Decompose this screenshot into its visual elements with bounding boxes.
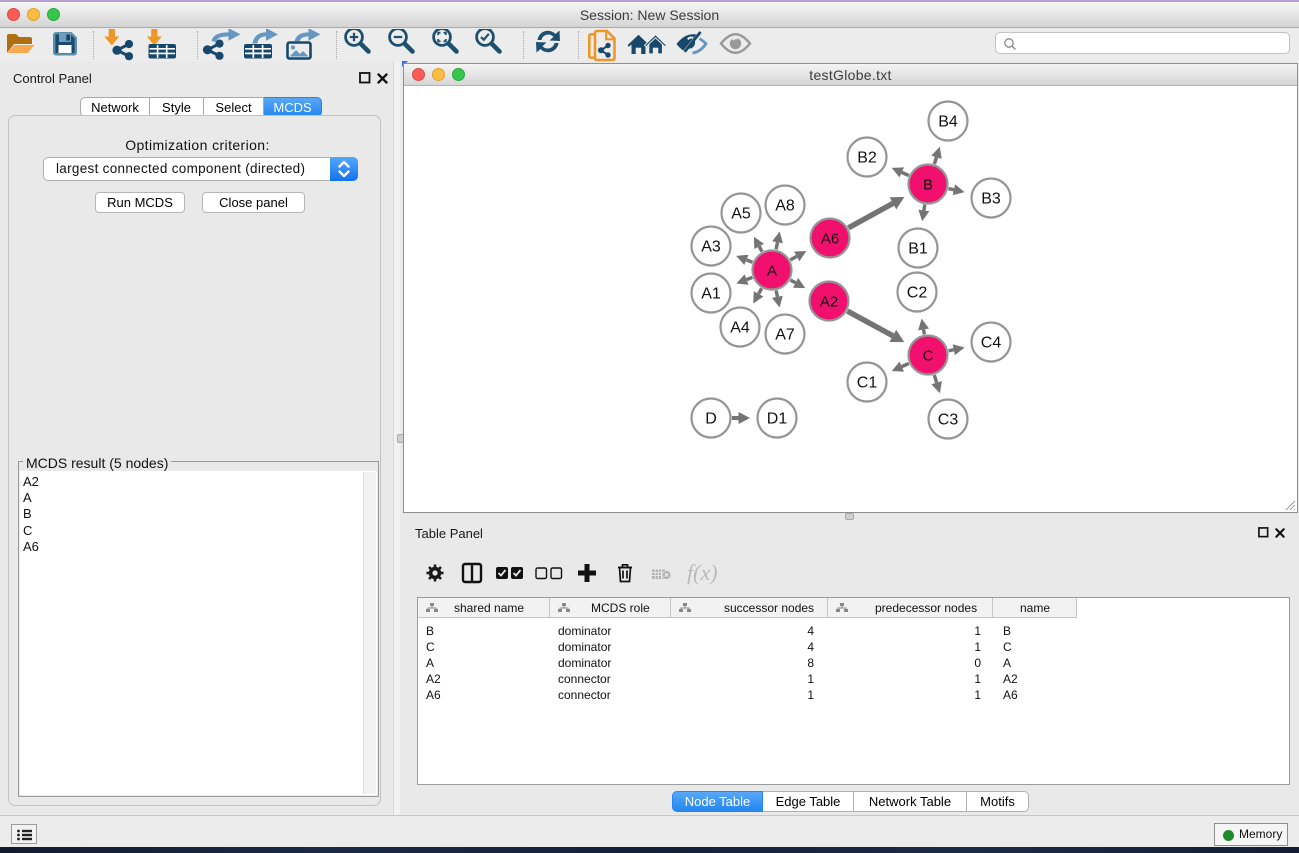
svg-text:C: C [923,348,934,365]
svg-text:B3: B3 [981,191,1001,208]
svg-text:A4: A4 [730,320,750,337]
svg-text:A1: A1 [701,286,721,303]
svg-text:B1: B1 [908,241,928,258]
svg-text:A: A [767,263,777,280]
svg-text:A8: A8 [775,198,795,215]
svg-text:B2: B2 [857,150,877,167]
svg-text:C1: C1 [857,375,878,392]
svg-text:A5: A5 [731,206,751,223]
svg-text:C2: C2 [907,285,928,302]
svg-text:A6: A6 [821,231,839,248]
svg-text:A2: A2 [820,294,838,311]
svg-text:C3: C3 [938,412,959,429]
svg-text:B: B [923,177,933,194]
svg-text:D: D [705,411,717,428]
svg-text:B4: B4 [938,114,958,131]
svg-text:C4: C4 [981,335,1002,352]
svg-text:D1: D1 [767,411,788,428]
svg-text:A7: A7 [775,327,795,344]
svg-text:A3: A3 [701,239,721,256]
